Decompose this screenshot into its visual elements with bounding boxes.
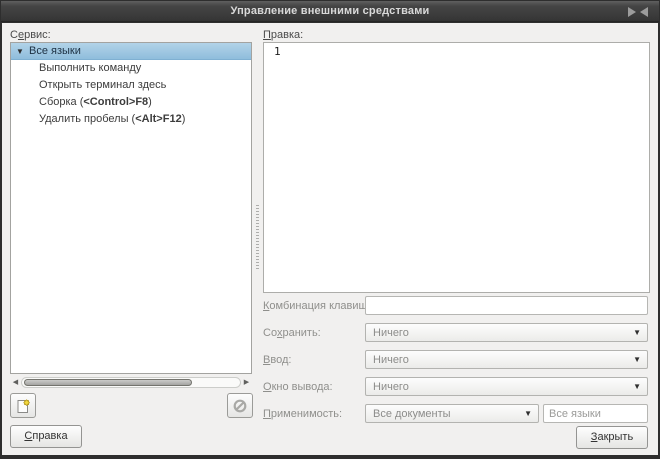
manage-external-tools-dialog: Управление внешними средствами Сервис: ▼… [0, 0, 660, 459]
titlebar[interactable]: Управление внешними средствами [1, 1, 659, 22]
label-part: ранить: [282, 327, 320, 339]
tree-row-all-languages[interactable]: ▼ Все языки [11, 43, 251, 60]
output-label: Окно вывода: [263, 381, 333, 393]
applicability-languages-input[interactable] [543, 404, 648, 423]
tree-row-open-terminal[interactable]: Открыть терминал здесь [11, 77, 251, 94]
accelerator-text: <Control>F8 [83, 96, 148, 108]
label-part: кно вывода: [272, 381, 333, 393]
shortcut-label: Комбинация клавиш: [263, 300, 370, 312]
script-editor[interactable]: 1 [263, 42, 650, 293]
close-icon [627, 6, 649, 18]
tools-tree: ▼ Все языки Выполнить команду Открыть те… [10, 42, 252, 374]
label-part: ) [148, 96, 152, 108]
dialog-content: Сервис: ▼ Все языки Выполнить команду От… [2, 23, 658, 455]
input-combobox[interactable]: Ничего ▼ [365, 350, 648, 369]
tree-horizontal-scrollbar[interactable]: ◀ ▶ [10, 376, 252, 389]
scroll-left-icon[interactable]: ◀ [10, 376, 21, 389]
label-part: рвис: [24, 29, 51, 41]
new-tool-icon [15, 398, 31, 414]
accelerator-text: <Alt>F12 [135, 113, 181, 125]
tree-row-run-command[interactable]: Выполнить команду [11, 60, 251, 77]
tree-row-remove-spaces[interactable]: Удалить пробелы (<Alt>F12) [11, 111, 251, 128]
label-part: О [263, 381, 272, 393]
label-part: П [263, 408, 271, 420]
chevron-down-icon: ▼ [633, 324, 641, 342]
label-part: правка [32, 430, 67, 442]
new-tool-button[interactable] [10, 393, 36, 418]
label-part: рименимость: [271, 408, 342, 420]
input-label: Ввод: [263, 354, 291, 366]
close-window-button[interactable] [626, 5, 650, 19]
combobox-value: Все документы [373, 408, 451, 420]
expander-icon[interactable]: ▼ [16, 43, 28, 60]
revert-icon [232, 398, 248, 414]
tools-list-label: Сервис: [10, 29, 51, 41]
combobox-value: Ничего [373, 327, 409, 339]
combobox-value: Ничего [373, 354, 409, 366]
label-part: П [263, 29, 271, 41]
tree-row-label: Сборка (<Control>F8) [11, 94, 152, 111]
tree-row-build[interactable]: Сборка (<Control>F8) [11, 94, 251, 111]
chevron-down-icon: ▼ [633, 378, 641, 396]
scrollbar-thumb[interactable] [24, 379, 192, 386]
label-part: вод: [270, 354, 291, 366]
help-button[interactable]: Справка [10, 425, 82, 448]
close-button[interactable]: Закрыть [576, 426, 648, 449]
label-part: равка: [271, 29, 303, 41]
tree-row-label: Удалить пробелы (<Alt>F12) [11, 111, 185, 128]
output-combobox[interactable]: Ничего ▼ [365, 377, 648, 396]
applicability-label: Применимость: [263, 408, 342, 420]
tree-row-label: Все языки [28, 43, 81, 60]
shortcut-input[interactable] [365, 296, 648, 315]
chevron-down-icon: ▼ [524, 405, 532, 423]
paned-handle[interactable] [256, 205, 259, 269]
save-combobox[interactable]: Ничего ▼ [365, 323, 648, 342]
scroll-right-icon[interactable]: ▶ [241, 376, 252, 389]
scrollbar-trough[interactable] [21, 377, 241, 388]
label-part: Сборка ( [39, 96, 83, 108]
revert-tool-button[interactable] [227, 393, 253, 418]
window-title: Управление внешними средствами [230, 5, 429, 17]
edit-label: Правка: [263, 29, 303, 41]
tree-row-label: Открыть терминал здесь [11, 77, 166, 94]
label-part: ) [182, 113, 186, 125]
label-part: С [10, 29, 18, 41]
label-part: акрыть [597, 431, 633, 443]
label-part: Со [263, 327, 277, 339]
label-part: омбинация клавиш: [269, 300, 370, 312]
applicability-combobox[interactable]: Все документы ▼ [365, 404, 539, 423]
save-label: Сохранить: [263, 327, 321, 339]
tree-row-label: Выполнить команду [11, 60, 141, 77]
chevron-down-icon: ▼ [633, 351, 641, 369]
combobox-value: Ничего [373, 381, 409, 393]
label-part: Удалить пробелы ( [39, 113, 135, 125]
